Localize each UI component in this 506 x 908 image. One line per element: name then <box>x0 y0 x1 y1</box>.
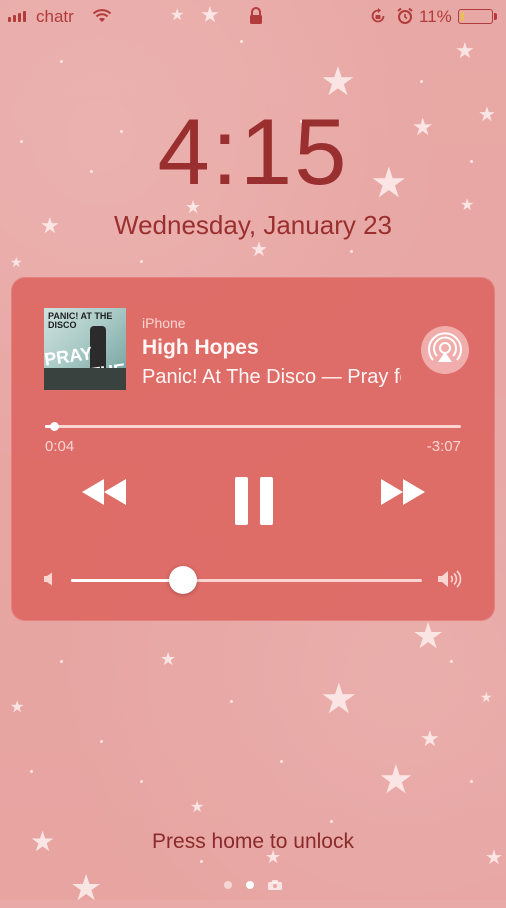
volume-low-icon <box>44 572 52 586</box>
volume-fill <box>71 579 184 582</box>
page-indicator <box>0 880 506 890</box>
carrier-name: chatr <box>36 7 74 26</box>
signal-icon <box>8 11 26 22</box>
lock-time: 4:15 <box>157 99 349 204</box>
airplay-button[interactable] <box>421 326 469 374</box>
lock-date: Wednesday, January 23 <box>114 210 392 240</box>
fast-forward-icon[interactable] <box>379 477 427 507</box>
status-bar: chatr 11% <box>0 0 506 34</box>
progress-knob[interactable] <box>49 422 59 431</box>
album-art[interactable]: PANIC! AT THE DISCO PRAY FOR THE WICKED <box>44 308 126 390</box>
elapsed-time: 0:04 <box>45 438 75 455</box>
pause-icon[interactable] <box>233 476 275 526</box>
wifi-icon <box>92 9 112 22</box>
battery-nub <box>494 13 497 20</box>
alarm-icon <box>397 7 413 24</box>
rotation-lock-icon <box>371 8 385 23</box>
rewind-icon[interactable] <box>80 477 128 507</box>
page-dot <box>224 881 232 889</box>
unlock-hint: Press home to unlock <box>152 830 354 853</box>
track-title: High Hopes <box>142 336 259 359</box>
now-playing-widget: PANIC! AT THE DISCO PRAY FOR THE WICKED … <box>11 277 495 621</box>
volume-slider[interactable] <box>71 566 422 594</box>
playback-source: iPhone <box>142 315 186 331</box>
track-artist-album: Panic! At The Disco — Pray for the Wicke… <box>142 366 401 388</box>
camera-icon[interactable] <box>268 880 282 890</box>
progress-scrubber[interactable] <box>45 422 461 431</box>
battery-icon <box>458 9 493 24</box>
battery-percent: 11% <box>419 7 452 26</box>
airplay-icon <box>428 332 462 362</box>
lock-icon <box>250 7 262 24</box>
remaining-time: -3:07 <box>426 438 461 455</box>
page-dot <box>246 881 254 889</box>
volume-high-icon <box>438 570 462 588</box>
volume-knob[interactable] <box>169 566 198 594</box>
album-art-artist: PANIC! AT THE DISCO <box>48 311 113 330</box>
